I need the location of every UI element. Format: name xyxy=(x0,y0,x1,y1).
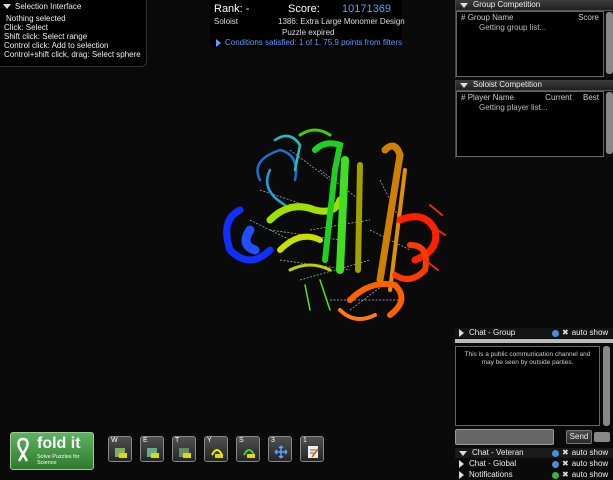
resize-handle[interactable] xyxy=(455,339,613,343)
column-header: Player Name xyxy=(467,93,514,102)
collapse-triangle-icon[interactable] xyxy=(460,82,468,88)
conditions-toggle[interactable]: Conditions satisfied: 1 of 1, 75.9 point… xyxy=(216,38,402,47)
expand-triangle-icon xyxy=(216,38,221,47)
chat-group-header[interactable]: Chat - Group ✖ auto show xyxy=(455,328,613,338)
wiggle-sidechains-button[interactable]: E xyxy=(140,436,164,462)
loading-text: Getting player list... xyxy=(479,103,548,112)
info-icon[interactable] xyxy=(552,329,559,337)
shake-sidechains-icon xyxy=(243,449,255,458)
chat-veteran-header[interactable]: Chat - Veteran ✖ auto show xyxy=(455,448,613,458)
collapse-triangle-icon[interactable] xyxy=(3,4,11,9)
group-competition-header[interactable]: Group Competition xyxy=(456,0,613,11)
group-competition-panel: Group Competition # Group Name Score Get… xyxy=(455,0,613,78)
tweak-all-button[interactable]: T xyxy=(172,436,196,462)
expand-triangle-icon xyxy=(459,460,464,468)
hotkey-label: S xyxy=(239,437,244,444)
send-button[interactable]: Send xyxy=(566,430,592,444)
game-mode: Soloist xyxy=(214,17,239,26)
score-panel: Rank: - Score: 10171369 Soloist 1386: Ex… xyxy=(210,0,405,48)
soloist-competition-header[interactable]: Soloist Competition xyxy=(456,80,613,91)
selection-interface-panel: Selection Interface Nothing selected Cli… xyxy=(0,0,147,67)
rank-label: Rank: - xyxy=(214,3,250,15)
foldit-logo[interactable]: fold it Solve Puzzles for Science xyxy=(10,432,94,470)
hotkey-label: T xyxy=(175,437,180,444)
selection-help-line: Shift click: Select range xyxy=(4,32,88,41)
column-header: # xyxy=(461,13,466,22)
score-value: 10171369 xyxy=(342,3,391,15)
shake-sidechains-button[interactable]: S xyxy=(236,436,260,462)
notes-button[interactable]: 1 xyxy=(300,436,324,462)
chat-global-header[interactable]: Chat - Global ✖ auto show xyxy=(455,459,613,469)
ribbon-icon xyxy=(17,437,29,462)
wiggle-all-button[interactable]: W xyxy=(108,436,132,462)
expand-triangle-icon xyxy=(459,329,464,337)
conditions-text: Conditions satisfied: 1 of 1, 75.9 point… xyxy=(225,38,402,47)
hotkey-label: 1 xyxy=(303,437,307,444)
scrollbar[interactable] xyxy=(606,12,613,74)
chat-messages[interactable]: This is a public communication channel a… xyxy=(455,346,600,426)
shake-all-button[interactable]: Y xyxy=(204,436,228,462)
move-icon xyxy=(274,445,288,459)
selection-status: Nothing selected xyxy=(6,14,66,23)
close-icon[interactable]: ✖ xyxy=(562,448,569,458)
expand-triangle-icon xyxy=(459,471,464,479)
auto-show-label[interactable]: auto show xyxy=(572,459,608,469)
notifications-header[interactable]: Notifications ✖ auto show xyxy=(455,470,613,480)
group-competition-title: Group Competition xyxy=(473,0,541,9)
logo-text: fold it xyxy=(37,435,81,452)
camera-icon[interactable] xyxy=(594,432,610,442)
puzzle-status: Puzzle expired xyxy=(282,28,335,37)
notifications-title: Notifications xyxy=(469,470,513,479)
player-list[interactable]: # Player Name Current Best Getting playe… xyxy=(456,91,604,157)
wiggle-all-icon xyxy=(115,448,127,458)
collapse-triangle-icon[interactable] xyxy=(460,2,468,8)
chat-input[interactable] xyxy=(455,429,554,445)
hotkey-label: Y xyxy=(207,437,212,444)
close-icon[interactable]: ✖ xyxy=(562,328,569,338)
puzzle-name: 1386: Extra Large Monomer Design xyxy=(278,17,405,26)
scrollbar[interactable] xyxy=(606,92,613,154)
hotkey-label: 3 xyxy=(271,437,275,444)
group-list[interactable]: # Group Name Score Getting group list... xyxy=(456,11,604,77)
info-icon[interactable] xyxy=(552,449,559,457)
soloist-competition-panel: Soloist Competition # Player Name Curren… xyxy=(455,80,613,158)
collapse-triangle-icon xyxy=(459,450,467,456)
selection-help-line: Control click: Add to selection xyxy=(4,41,109,50)
protein-3d-view[interactable] xyxy=(200,110,460,350)
selection-header[interactable]: Selection Interface xyxy=(0,0,146,13)
info-icon[interactable] xyxy=(552,460,559,468)
column-header: # xyxy=(461,93,466,102)
soloist-competition-title: Soloist Competition xyxy=(473,80,542,89)
selection-help-line: Control+shift click, drag: Select sphere xyxy=(4,50,141,59)
score-label: Score: xyxy=(288,3,320,15)
hotkey-label: W xyxy=(111,437,118,444)
scrollbar[interactable] xyxy=(603,346,610,426)
wiggle-sidechains-all-icon xyxy=(147,448,159,458)
column-header: Group Name xyxy=(467,13,514,22)
auto-show-label[interactable]: auto show xyxy=(572,328,608,338)
close-icon[interactable]: ✖ xyxy=(562,459,569,469)
status-icon[interactable] xyxy=(552,471,559,479)
selection-title: Selection Interface xyxy=(15,2,82,11)
move-button[interactable]: 3 xyxy=(268,436,292,462)
chat-global-title: Chat - Global xyxy=(469,459,517,468)
column-header: Score xyxy=(578,13,599,22)
close-icon[interactable]: ✖ xyxy=(562,470,569,480)
notes-icon xyxy=(308,446,319,458)
column-header: Best xyxy=(582,93,599,102)
chat-group-title: Chat - Group xyxy=(469,328,516,337)
hotkey-label: E xyxy=(143,437,148,444)
auto-show-label[interactable]: auto show xyxy=(572,448,608,458)
chat-notice: This is a public communication channel a… xyxy=(464,351,591,366)
chat-veteran-title: Chat - Veteran xyxy=(472,448,524,457)
logo-tagline: Solve Puzzles for Science xyxy=(37,454,80,466)
column-header: Current xyxy=(545,93,572,102)
loading-text: Getting group list... xyxy=(479,23,547,32)
selection-help-line: Click: Select xyxy=(4,23,49,32)
tweak-all-icon xyxy=(179,448,191,458)
shake-all-icon xyxy=(211,449,223,458)
auto-show-label[interactable]: auto show xyxy=(572,470,608,480)
